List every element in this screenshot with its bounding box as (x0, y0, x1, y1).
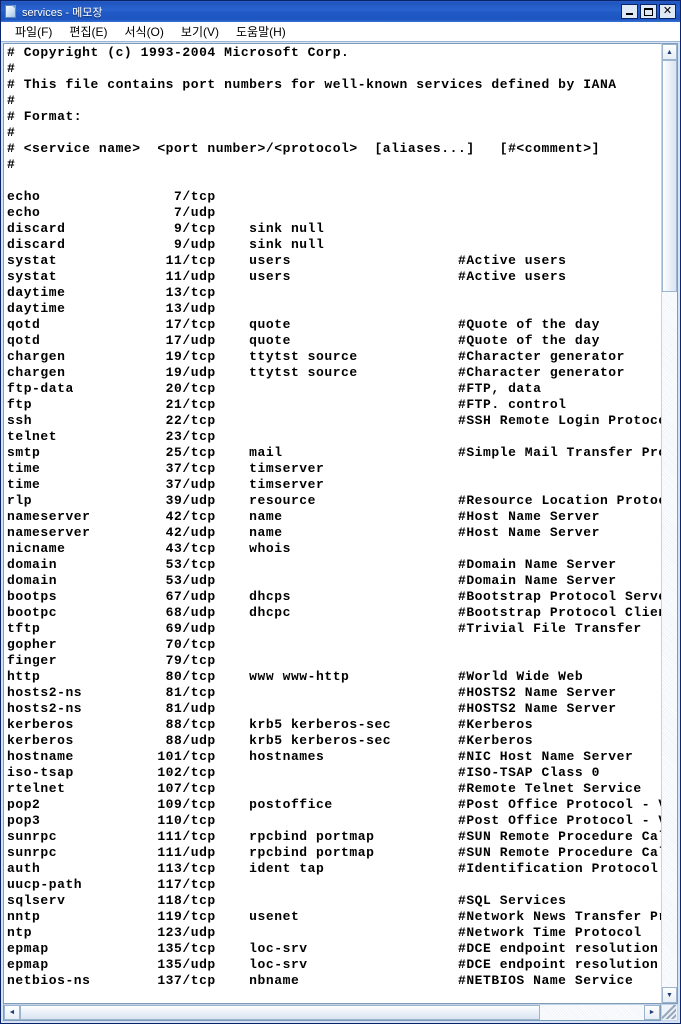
caret-right-icon: ► (648, 1009, 656, 1016)
text-editor[interactable]: # Copyright (c) 1993-2004 Microsoft Corp… (3, 43, 661, 1004)
scroll-down-button[interactable]: ▼ (662, 987, 677, 1003)
horizontal-scroll-thumb[interactable] (20, 1005, 540, 1020)
file-content[interactable]: # Copyright (c) 1993-2004 Microsoft Corp… (5, 45, 661, 989)
scroll-right-button[interactable]: ► (644, 1005, 660, 1020)
window-controls: ✕ (621, 4, 678, 19)
menu-item-view[interactable]: 보기(V) (173, 23, 228, 41)
client-area: # Copyright (c) 1993-2004 Microsoft Corp… (1, 42, 680, 1023)
vertical-scrollbar[interactable]: ▲ ▼ (661, 43, 678, 1004)
scroll-up-button[interactable]: ▲ (662, 44, 677, 60)
notepad-icon (4, 4, 18, 19)
menu-item-file[interactable]: 파일(F) (7, 23, 61, 41)
menu-item-edit[interactable]: 편집(E) (61, 23, 116, 41)
menu-item-format[interactable]: 서식(O) (116, 23, 172, 41)
title-bar-left: services - 메모장 (4, 4, 621, 20)
editor-row: # Copyright (c) 1993-2004 Microsoft Corp… (3, 43, 678, 1004)
caret-down-icon: ▼ (666, 991, 673, 999)
resize-grip[interactable] (661, 1004, 678, 1021)
horizontal-scroll-row: ◄ ► (3, 1004, 678, 1021)
maximize-button[interactable] (640, 4, 657, 19)
horizontal-scroll-track[interactable] (20, 1005, 644, 1020)
minimize-button[interactable] (621, 4, 638, 19)
menu-bar: 파일(F) 편집(E) 서식(O) 보기(V) 도움말(H) (1, 22, 680, 42)
notepad-window: services - 메모장 ✕ 파일(F) 편집(E) 서식(O) 보기(V)… (0, 0, 681, 1024)
vertical-scroll-track[interactable] (662, 60, 677, 987)
vertical-scroll-thumb[interactable] (662, 60, 677, 292)
title-bar[interactable]: services - 메모장 ✕ (1, 1, 680, 22)
horizontal-scrollbar[interactable]: ◄ ► (3, 1004, 661, 1021)
menu-item-help[interactable]: 도움말(H) (228, 23, 295, 41)
close-button[interactable]: ✕ (659, 4, 676, 19)
close-icon: ✕ (662, 5, 673, 17)
scroll-left-button[interactable]: ◄ (4, 1005, 20, 1020)
window-title: services - 메모장 (22, 6, 103, 19)
caret-left-icon: ◄ (8, 1009, 16, 1016)
caret-up-icon: ▲ (666, 48, 673, 56)
